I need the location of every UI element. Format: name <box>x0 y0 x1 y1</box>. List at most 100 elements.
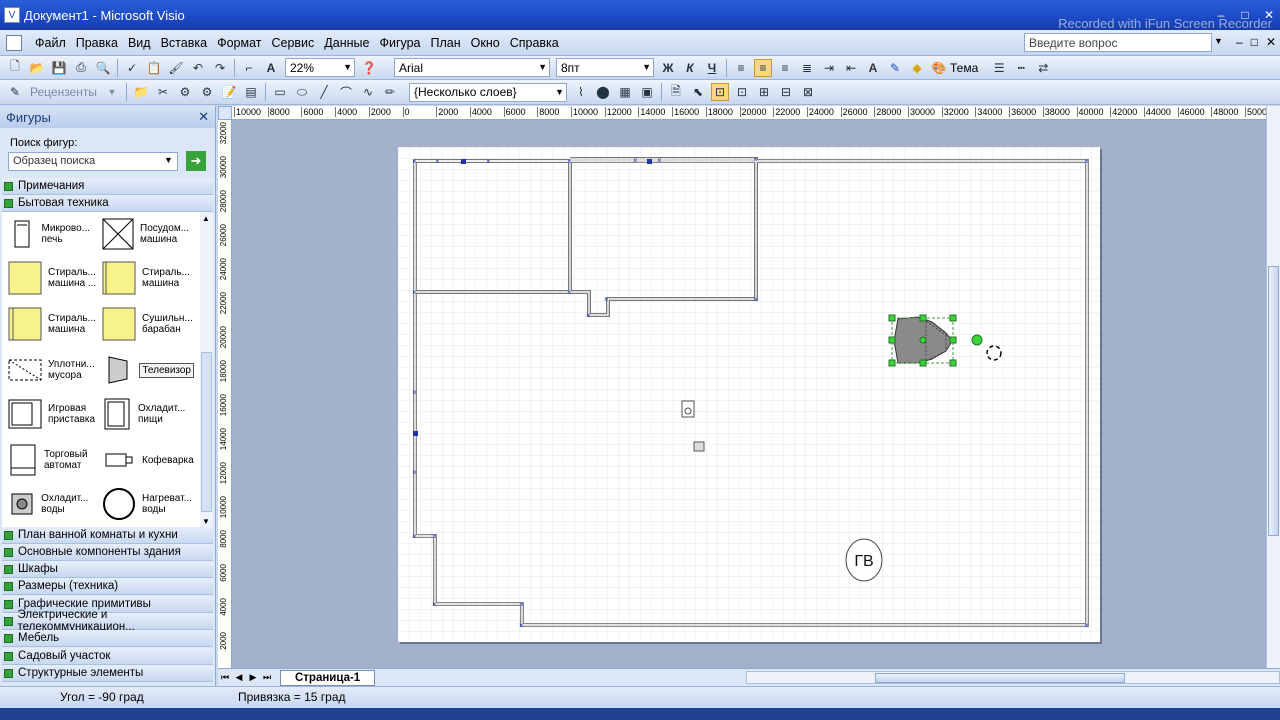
connection-points-icon[interactable]: ⊠ <box>799 83 817 101</box>
line-weight-icon[interactable]: ☰ <box>990 59 1008 77</box>
theme-button[interactable]: Тема <box>950 61 978 75</box>
doc-minimize-button[interactable]: – <box>1236 35 1243 49</box>
maximize-button[interactable]: □ <box>1234 6 1256 24</box>
shape-item[interactable]: Телевизор <box>102 350 194 390</box>
bold-button[interactable]: Ж <box>659 59 677 77</box>
note-icon[interactable]: 📝 <box>220 83 238 101</box>
reviewers-dropdown[interactable]: Рецензенты <box>30 85 97 99</box>
search-input[interactable]: Образец поиска <box>8 152 178 171</box>
align-right-icon[interactable]: ≡ <box>776 59 794 77</box>
eraser-icon[interactable]: ✂ <box>154 83 172 101</box>
chevron-down-icon[interactable]: ▼ <box>164 155 173 165</box>
ask-dropdown-icon[interactable]: ▼ <box>1214 36 1223 46</box>
scroll-thumb[interactable] <box>201 352 212 512</box>
stencil-furniture[interactable]: Мебель <box>2 630 213 647</box>
shape-item[interactable]: Охладит... пищи <box>102 394 194 434</box>
menu-view[interactable]: Вид <box>123 36 156 50</box>
italic-button[interactable]: К <box>681 59 699 77</box>
shape-item[interactable]: Микрово... печь <box>8 214 100 254</box>
line-ends-icon[interactable]: ⇄ <box>1034 59 1052 77</box>
search-go-button[interactable]: ➜ <box>186 151 206 171</box>
line-tool-icon[interactable]: ╱ <box>315 83 333 101</box>
justify-icon[interactable]: ≣ <box>798 59 816 77</box>
shape-item[interactable]: Нагреват... воды <box>102 484 194 524</box>
reviewing-icon[interactable]: ✎ <box>6 83 24 101</box>
minimize-button[interactable]: – <box>1210 6 1232 24</box>
vertical-scrollbar[interactable] <box>1266 106 1280 668</box>
stencil-bath-kitchen[interactable]: План ванной комнаты и кухни <box>2 527 213 544</box>
stencil-appliances[interactable]: Бытовая техника <box>2 195 213 212</box>
first-page-icon[interactable]: ⏮ <box>218 672 232 683</box>
guides-icon[interactable]: ⊟ <box>777 83 795 101</box>
shape-item[interactable]: Игровая приставка <box>8 394 100 434</box>
shape-item[interactable]: Стираль... машина <box>102 258 194 298</box>
doc-restore-button[interactable]: □ <box>1251 35 1258 49</box>
vertical-ruler[interactable]: 32000 30000 28000 26000 24000 22000 20000 18000… <box>218 120 232 668</box>
menu-tools[interactable]: Сервис <box>266 36 319 50</box>
menu-plan[interactable]: План <box>426 36 466 50</box>
folder-icon[interactable]: 📁 <box>132 83 150 101</box>
shape-item[interactable]: Стираль... машина <box>8 304 100 344</box>
ask-question-input[interactable]: Введите вопрос <box>1024 33 1212 52</box>
menu-file[interactable]: Файл <box>30 36 71 50</box>
menu-insert[interactable]: Вставка <box>156 36 212 50</box>
line-style-icon[interactable]: ⌇ <box>572 83 590 101</box>
pencil-tool-icon[interactable]: ✏ <box>381 83 399 101</box>
save-icon[interactable]: 💾 <box>50 59 68 77</box>
spelling-icon[interactable]: ✓ <box>123 59 141 77</box>
fill-icon[interactable]: ▣ <box>638 83 656 101</box>
doc-close-button[interactable]: ✕ <box>1266 35 1276 49</box>
stencil-notes[interactable]: Примечания <box>2 178 213 195</box>
shape-item[interactable]: Посудом... машина <box>102 214 194 254</box>
paste-icon[interactable]: 📋 <box>145 59 163 77</box>
zoom-combo[interactable]: 22% ▼ <box>285 58 355 77</box>
close-icon[interactable]: ✕ <box>198 109 209 125</box>
drawing-page[interactable]: × × × × × × × × × × × × × × × × × × × × × <box>398 147 1100 642</box>
menu-help[interactable]: Справка <box>505 36 564 50</box>
last-page-icon[interactable]: ⏭ <box>260 672 274 683</box>
new-icon[interactable]: 🗋 <box>6 59 24 77</box>
shape-item[interactable]: Торговый автомат <box>8 440 100 480</box>
scroll-up-icon[interactable]: ▲ <box>202 214 210 223</box>
outdent-icon[interactable]: ⇤ <box>842 59 860 77</box>
print-icon[interactable]: ⎙ <box>72 59 90 77</box>
scroll-down-icon[interactable]: ▼ <box>202 517 210 526</box>
stencil-building-core[interactable]: Основные компоненты здания <box>2 544 213 561</box>
shape-item[interactable]: Сушильн... барабан <box>102 304 194 344</box>
shape-item[interactable]: Уплотни... мусора <box>8 350 100 390</box>
spin-icon[interactable]: ⚙ <box>198 83 216 101</box>
glue-icon[interactable]: ⊡ <box>733 83 751 101</box>
arc-tool-icon[interactable]: ⌒ <box>337 83 355 101</box>
shape-item[interactable]: Стираль... машина ... <box>8 258 100 298</box>
preview-icon[interactable]: 🔍 <box>94 59 112 77</box>
snap-icon[interactable]: ⊡ <box>710 83 729 101</box>
grid-icon[interactable]: ⊞ <box>755 83 773 101</box>
visio-app-icon[interactable]: V <box>4 7 20 23</box>
shadow-icon[interactable]: ▦ <box>616 83 634 101</box>
connect-icon[interactable]: ⚙ <box>176 83 194 101</box>
indent-icon[interactable]: ⇥ <box>820 59 838 77</box>
close-button[interactable]: ✕ <box>1258 6 1280 24</box>
tab-page-1[interactable]: Страница-1 <box>280 669 376 686</box>
align-left-icon[interactable]: ≡ <box>732 59 750 77</box>
scroll-thumb[interactable] <box>1268 266 1279 536</box>
stencil-cabinets[interactable]: Шкафы <box>2 561 213 578</box>
line-color-icon[interactable]: ✎ <box>886 59 904 77</box>
stencil-dimensioning[interactable]: Размеры (техника) <box>2 578 213 595</box>
align-center-icon[interactable]: ≡ <box>754 58 772 77</box>
menu-window[interactable]: Окно <box>466 36 505 50</box>
stencil-garden[interactable]: Садовый участок <box>2 648 213 665</box>
underline-button[interactable]: Ч <box>703 59 721 77</box>
horizontal-ruler[interactable]: 10000 8000 6000 4000 2000 0 2000 4000 6000 8000 10… <box>232 106 1268 120</box>
stencil-structural[interactable]: Структурные элементы <box>2 665 213 682</box>
line-pattern-icon[interactable]: ┅ <box>1012 59 1030 77</box>
next-page-icon[interactable]: ▶ <box>246 672 260 683</box>
stencil-scrollbar[interactable]: ▲ ▼ <box>200 212 213 528</box>
connector-icon[interactable]: ⌐ <box>240 59 258 77</box>
shape-item[interactable]: Охладит... воды <box>8 484 100 524</box>
menu-format[interactable]: Формат <box>212 36 266 50</box>
layers-combo[interactable]: {Несколько слоев} ▼ <box>408 82 567 102</box>
rectangle-tool-icon[interactable]: ▭ <box>271 83 289 101</box>
document-icon[interactable] <box>6 34 22 51</box>
shape-item[interactable]: Кофеварка <box>102 440 194 480</box>
